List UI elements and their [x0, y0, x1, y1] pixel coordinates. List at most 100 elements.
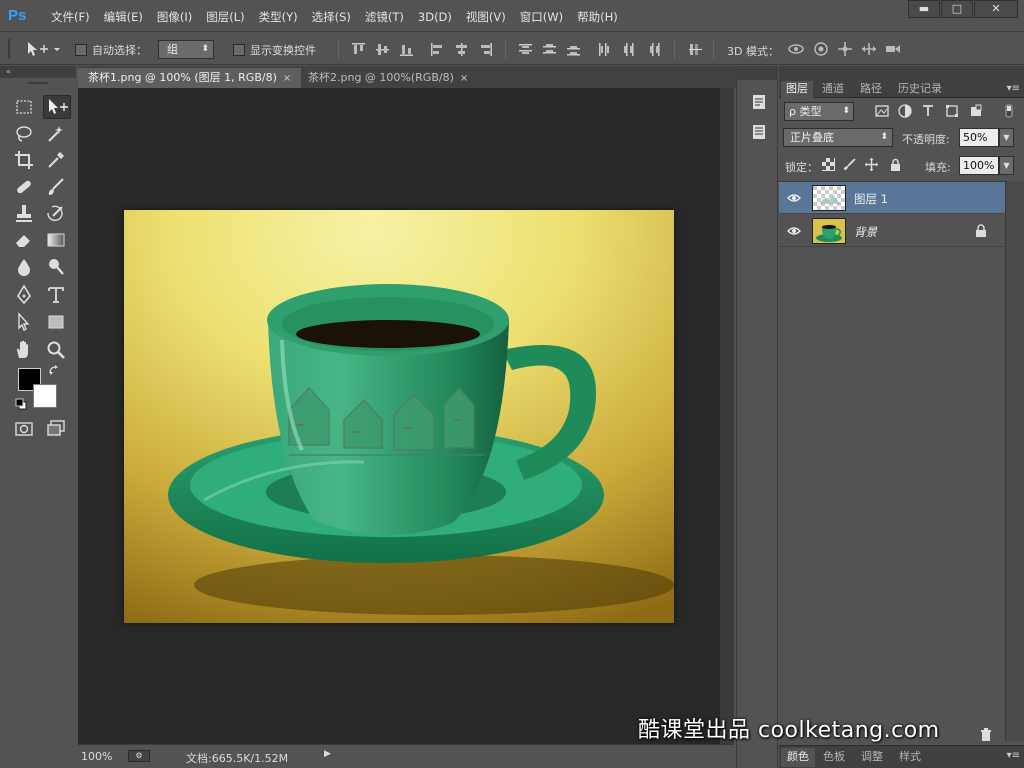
close-icon[interactable]: × [460, 73, 468, 84]
gradient-tool-icon[interactable] [45, 229, 67, 251]
layer-filter-dropdown[interactable]: ρ 类型 ⬍ [784, 102, 854, 121]
distribute-right-icon[interactable] [647, 43, 660, 56]
eyedropper-tool-icon[interactable] [45, 149, 67, 171]
zoom-tool-icon[interactable] [45, 339, 67, 361]
tab-paths[interactable]: 路径 [855, 81, 887, 98]
menu-3d[interactable]: 3D(D) [411, 0, 459, 32]
tab-document-2[interactable]: 茶杯2.png @ 100%(RGB/8) × [298, 68, 478, 88]
align-bottom-icon[interactable] [400, 43, 413, 56]
menu-help[interactable]: 帮助(H) [570, 0, 625, 32]
3d-drag-icon[interactable] [837, 42, 853, 56]
filter-adjustment-icon[interactable] [898, 104, 912, 118]
distribute-left-icon[interactable] [598, 43, 611, 56]
blend-mode-dropdown[interactable]: 正片叠底 ⬍ [783, 128, 893, 147]
menu-layer[interactable]: 图层(L) [199, 0, 251, 32]
layer-name[interactable]: 背景 [854, 224, 877, 240]
eye-icon[interactable] [787, 192, 801, 204]
show-transform-checkbox[interactable] [233, 44, 245, 56]
eraser-tool-icon[interactable] [13, 229, 35, 251]
panel-menu-icon[interactable]: ▾≡ [1007, 750, 1020, 761]
rectangle-tool-icon[interactable] [45, 311, 67, 333]
opacity-dropdown-button[interactable]: ▼ [999, 128, 1014, 147]
menu-window[interactable]: 窗口(W) [513, 0, 570, 32]
auto-align-icon[interactable] [689, 43, 702, 56]
tab-adjustments[interactable]: 调整 [855, 748, 889, 767]
layer-row-background[interactable]: 背景 [779, 215, 1005, 247]
distribute-vcenter-icon[interactable] [543, 43, 556, 56]
blur-tool-icon[interactable] [13, 256, 35, 278]
tab-document-1[interactable]: 茶杯1.png @ 100% (图层 1, RGB/8) × [78, 68, 302, 88]
toolbox-collapse-header[interactable]: « [0, 66, 76, 78]
tab-swatches[interactable]: 色板 [817, 748, 851, 767]
filter-pixel-icon[interactable] [875, 104, 889, 118]
distribute-hcenter-icon[interactable] [623, 43, 636, 56]
play-icon[interactable]: ▶ [324, 749, 338, 763]
default-colors-icon[interactable] [15, 398, 27, 410]
menu-select[interactable]: 选择(S) [305, 0, 358, 32]
move-tool-button[interactable] [43, 95, 71, 119]
canvas-area[interactable] [78, 88, 720, 744]
fill-input[interactable]: 100% [959, 156, 999, 175]
lock-position-icon[interactable] [865, 158, 878, 171]
align-right-icon[interactable] [479, 43, 492, 56]
filter-toggle-icon[interactable] [1005, 104, 1013, 118]
distribute-bottom-icon[interactable] [567, 43, 580, 56]
notes-panel-icon[interactable] [751, 124, 767, 140]
menu-view[interactable]: 视图(V) [459, 0, 513, 32]
healing-brush-tool-icon[interactable] [13, 176, 35, 198]
canvas-image[interactable] [124, 210, 674, 623]
layers-scrollbar[interactable] [1005, 181, 1024, 741]
properties-panel-icon[interactable] [751, 94, 767, 110]
lock-transparent-pixels-icon[interactable] [822, 158, 835, 171]
marquee-tool-icon[interactable] [13, 96, 35, 118]
lock-all-icon[interactable] [889, 158, 902, 171]
maximize-button[interactable]: □ [941, 0, 973, 18]
close-button[interactable]: ✕ [974, 0, 1018, 18]
distribute-top-icon[interactable] [519, 43, 532, 56]
layer-name[interactable]: 图层 1 [854, 191, 888, 207]
eye-icon[interactable] [787, 225, 801, 237]
tab-color[interactable]: 颜色 [781, 748, 815, 767]
align-left-icon[interactable] [431, 43, 444, 56]
tab-styles[interactable]: 样式 [893, 748, 927, 767]
crop-tool-icon[interactable] [13, 149, 35, 171]
screen-mode-icon[interactable] [45, 418, 67, 440]
close-icon[interactable]: × [283, 73, 291, 84]
fill-dropdown-button[interactable]: ▼ [999, 156, 1014, 175]
menu-type[interactable]: 类型(Y) [252, 0, 305, 32]
align-vcenter-icon[interactable] [376, 43, 389, 56]
type-tool-icon[interactable] [45, 284, 67, 306]
auto-select-checkbox[interactable] [75, 44, 87, 56]
3d-slide-icon[interactable] [861, 42, 877, 56]
background-color-swatch[interactable] [33, 384, 57, 408]
panel-collapse-header[interactable] [779, 66, 1024, 80]
pen-tool-icon[interactable] [13, 284, 35, 306]
swap-colors-icon[interactable] [48, 364, 60, 376]
tab-channels[interactable]: 通道 [817, 81, 849, 98]
menu-filter[interactable]: 滤镜(T) [358, 0, 411, 32]
history-brush-tool-icon[interactable] [45, 203, 67, 225]
3d-scale-icon[interactable] [885, 42, 901, 56]
3d-roll-icon[interactable] [813, 42, 829, 56]
menu-edit[interactable]: 编辑(E) [97, 0, 150, 32]
tab-layers[interactable]: 图层 [781, 81, 813, 98]
filter-smart-object-icon[interactable] [969, 104, 983, 118]
path-selection-tool-icon[interactable] [13, 311, 35, 333]
layer-row-layer1[interactable]: 图层 1 [779, 182, 1005, 214]
filter-type-icon[interactable] [921, 104, 935, 118]
panel-menu-icon[interactable]: ▾≡ [1007, 83, 1020, 94]
dodge-tool-icon[interactable] [45, 256, 67, 278]
dock-collapse-header[interactable] [736, 66, 778, 80]
menu-file[interactable]: 文件(F) [44, 0, 97, 32]
align-hcenter-icon[interactable] [455, 43, 468, 56]
lock-image-pixels-icon[interactable] [843, 158, 856, 171]
tab-history[interactable]: 历史记录 [893, 81, 947, 98]
zoom-level[interactable]: 100% [81, 750, 112, 763]
brush-tool-icon[interactable] [45, 176, 67, 198]
minimize-button[interactable]: ▬ [908, 0, 940, 18]
align-top-icon[interactable] [352, 43, 365, 56]
delete-layer-icon[interactable] [979, 727, 993, 741]
menu-image[interactable]: 图像(I) [150, 0, 199, 32]
lasso-tool-icon[interactable] [13, 123, 35, 145]
clone-stamp-tool-icon[interactable] [13, 203, 35, 225]
